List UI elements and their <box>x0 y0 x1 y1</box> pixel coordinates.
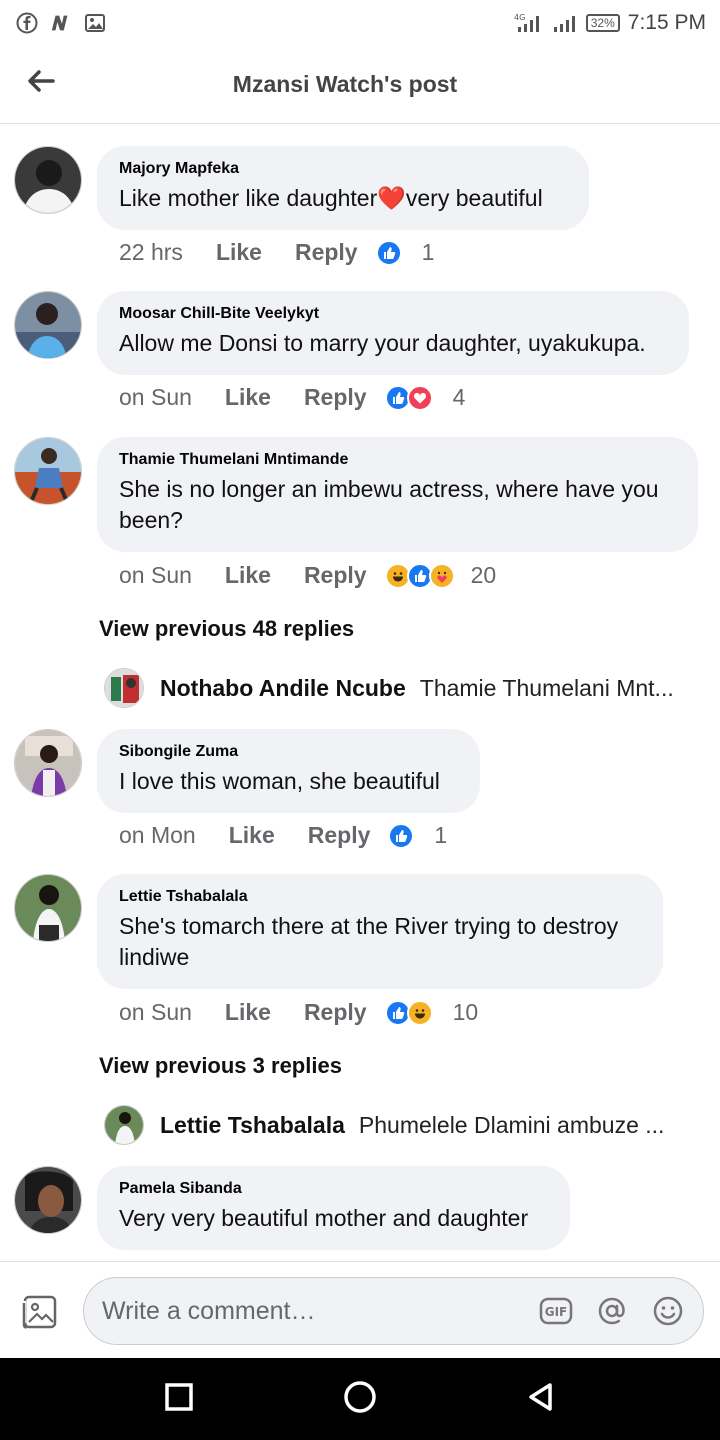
like-button[interactable]: Like <box>216 239 262 266</box>
avatar[interactable] <box>14 729 82 797</box>
reply-author-name[interactable]: Nothabo Andile Ncube <box>160 675 406 702</box>
svg-text:GIF: GIF <box>545 1305 568 1319</box>
comment-placeholder: Write a comment… <box>102 1296 316 1325</box>
facebook-notification-icon <box>16 12 38 34</box>
status-bar: 4G 32% 7:15 PM <box>0 0 720 46</box>
reaction-count: 20 <box>470 562 497 588</box>
comment-actions: on Sun Like Reply 20 <box>119 562 496 589</box>
avatar[interactable] <box>14 437 82 505</box>
comment-time[interactable]: on Mon <box>119 822 196 849</box>
comment-composer: Write a comment… GIF <box>0 1261 720 1358</box>
reply-text: Phumelele Dlamini ambuze ... <box>358 1111 665 1138</box>
reaction-count: 4 <box>452 384 466 410</box>
avatar[interactable] <box>104 668 144 708</box>
commenter-name[interactable]: Thamie Thumelani Mntimande <box>119 451 676 469</box>
reply-button[interactable]: Reply <box>304 562 367 589</box>
comment-text: Allow me Donsi to marry your daughter, u… <box>119 330 646 356</box>
reaction-summary[interactable] <box>384 384 433 411</box>
news-app-icon <box>50 12 72 34</box>
comment-time[interactable]: 22 hrs <box>119 239 183 266</box>
comment-bubble[interactable]: Sibongile Zuma I love this woman, she be… <box>97 729 480 813</box>
comment-bubble[interactable]: Lettie Tshabalala She's tomarch there at… <box>97 874 663 989</box>
comments-list[interactable]: Majory Mapfeka Like mother like daughter… <box>0 124 720 1261</box>
view-previous-replies[interactable]: View previous 48 replies <box>99 616 354 642</box>
avatar[interactable] <box>104 1105 144 1145</box>
page-title: Mzansi Watch's post <box>232 71 458 97</box>
reply-text: Thamie Thumelani Mnt... <box>419 674 674 701</box>
haha-reaction-icon <box>406 999 433 1026</box>
gallery-notification-icon <box>84 12 106 34</box>
comment-time[interactable]: on Sun <box>119 384 192 411</box>
back-nav-icon[interactable] <box>526 1381 556 1418</box>
emoji-icon[interactable] <box>651 1294 685 1328</box>
svg-text:4G: 4G <box>514 13 525 22</box>
mention-icon[interactable] <box>595 1294 629 1328</box>
signal-icon <box>552 12 578 34</box>
reaction-summary[interactable] <box>388 822 415 849</box>
commenter-name[interactable]: Pamela Sibanda <box>119 1180 548 1198</box>
reaction-count: 10 <box>452 999 479 1025</box>
reply-preview[interactable]: Nothabo Andile Ncube Thamie Thumelani Mn… <box>104 668 674 708</box>
comment-time[interactable]: on Sun <box>119 562 192 589</box>
like-reaction-icon <box>388 822 415 849</box>
view-previous-replies[interactable]: View previous 3 replies <box>99 1053 342 1079</box>
home-icon[interactable] <box>342 1379 378 1420</box>
status-time: 7:15 PM <box>627 11 706 34</box>
system-navigation-bar <box>0 1358 720 1440</box>
avatar[interactable] <box>14 146 82 214</box>
back-arrow-icon[interactable] <box>24 64 58 98</box>
post-header: Mzansi Watch's post <box>0 46 720 124</box>
comment-actions: 22 hrs Like Reply 1 <box>119 239 434 266</box>
reply-button[interactable]: Reply <box>308 822 371 849</box>
reaction-count: 1 <box>421 239 435 265</box>
commenter-name[interactable]: Sibongile Zuma <box>119 743 458 761</box>
reaction-summary[interactable] <box>375 239 402 266</box>
comment-actions: on Mon Like Reply 1 <box>119 822 447 849</box>
commenter-name[interactable]: Majory Mapfeka <box>119 160 567 178</box>
like-button[interactable]: Like <box>229 822 275 849</box>
reply-button[interactable]: Reply <box>295 239 358 266</box>
comment-bubble[interactable]: Moosar Chill-Bite Veelykyt Allow me Dons… <box>97 291 689 375</box>
reply-button[interactable]: Reply <box>304 999 367 1026</box>
reaction-count: 1 <box>434 822 448 848</box>
comment-text: She's tomarch there at the River trying … <box>119 913 619 970</box>
comment-bubble[interactable]: Majory Mapfeka Like mother like daughter… <box>97 146 589 230</box>
reply-button[interactable]: Reply <box>304 384 367 411</box>
photo-icon[interactable] <box>20 1292 60 1332</box>
comment-text: I love this woman, she beautiful <box>119 768 440 794</box>
comment-actions: on Sun Like Reply 10 <box>119 999 478 1026</box>
comment-text: Very very beautiful mother and daughter <box>119 1205 529 1231</box>
love-reaction-icon <box>406 384 433 411</box>
gif-icon[interactable]: GIF <box>539 1294 573 1328</box>
reply-preview[interactable]: Lettie Tshabalala Phumelele Dlamini ambu… <box>104 1105 664 1145</box>
like-button[interactable]: Like <box>225 384 271 411</box>
commenter-name[interactable]: Lettie Tshabalala <box>119 888 641 906</box>
care-reaction-icon <box>428 562 455 589</box>
comment-text: She is no longer an imbewu actress, wher… <box>119 476 659 533</box>
reply-author-name[interactable]: Lettie Tshabalala <box>160 1112 345 1139</box>
comment-time[interactable]: on Sun <box>119 999 192 1026</box>
commenter-name[interactable]: Moosar Chill-Bite Veelykyt <box>119 305 667 323</box>
comment-bubble[interactable]: Thamie Thumelani Mntimande She is no lon… <box>97 437 698 552</box>
reaction-summary[interactable] <box>384 999 433 1026</box>
comment-text: Like mother like daughter❤️very beautifu… <box>119 185 543 211</box>
like-button[interactable]: Like <box>225 562 271 589</box>
avatar[interactable] <box>14 874 82 942</box>
comment-bubble[interactable]: Pamela Sibanda Very very beautiful mothe… <box>97 1166 570 1250</box>
reaction-summary[interactable] <box>384 562 455 589</box>
recent-apps-icon[interactable] <box>164 1382 194 1417</box>
like-button[interactable]: Like <box>225 999 271 1026</box>
comment-input[interactable]: Write a comment… GIF <box>83 1277 704 1345</box>
like-reaction-icon <box>375 239 402 266</box>
comment-actions: on Sun Like Reply 4 <box>119 384 465 411</box>
avatar[interactable] <box>14 1166 82 1234</box>
battery-indicator: 32% <box>585 14 620 32</box>
signal-4g-icon: 4G <box>514 12 544 34</box>
avatar[interactable] <box>14 291 82 359</box>
